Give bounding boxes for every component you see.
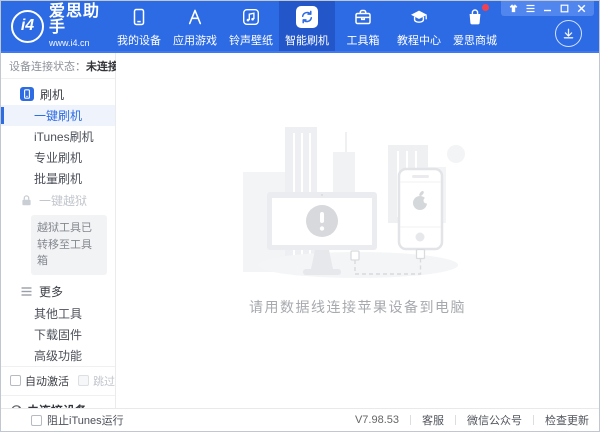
sidebar-item-itunes-flash[interactable]: iTunes刷机: [1, 126, 115, 147]
app-window: i4 爱思助手 www.i4.cn 我的设备 应用游戏 铃声壁纸 智能刷机 工具…: [0, 0, 600, 432]
sidebar-group-jailbreak[interactable]: 一键越狱: [1, 189, 115, 211]
sidebar-group-flash[interactable]: 刷机: [1, 83, 115, 105]
checkbox-icon[interactable]: [78, 375, 89, 386]
download-button[interactable]: [555, 20, 582, 47]
jailbreak-moved-note: 越狱工具已转移至工具箱: [31, 215, 107, 275]
appstore-icon: [185, 6, 205, 28]
sidebar-item-one-click-flash[interactable]: 一键刷机: [1, 105, 115, 126]
sidebar-item-other-tools[interactable]: 其他工具: [1, 303, 115, 324]
tab-toolbox[interactable]: 工具箱: [335, 1, 391, 51]
lock-icon: [22, 194, 31, 205]
app-logo[interactable]: i4 爱思助手 www.i4.cn: [1, 1, 107, 51]
tab-my-devices[interactable]: 我的设备: [111, 1, 167, 51]
skin-icon[interactable]: [509, 4, 518, 13]
connect-device-message: 请用数据线连接苹果设备到电脑: [249, 299, 466, 315]
checkbox-icon[interactable]: [31, 414, 42, 426]
sidebar-group-more[interactable]: 更多: [1, 281, 115, 303]
menu-list-icon[interactable]: [526, 4, 535, 13]
tutorial-icon: [409, 6, 429, 28]
tab-tutorials[interactable]: 教程中心: [391, 1, 447, 51]
phone-icon: [129, 6, 149, 28]
checkbox-icon[interactable]: [10, 375, 21, 386]
auto-activate-checkbox[interactable]: 自动激活: [10, 373, 69, 389]
ringtone-icon: [241, 6, 261, 28]
main-content: 请用数据线连接苹果设备到电脑: [116, 53, 599, 408]
app-title: 爱思助手: [49, 3, 101, 36]
app-url: www.i4.cn: [49, 38, 90, 48]
main-nav: 我的设备 应用游戏 铃声壁纸 智能刷机 工具箱 教程中心 爱思商城: [111, 1, 503, 51]
download-arrow-icon: [563, 28, 574, 39]
menu-lines-icon: [21, 287, 32, 296]
customer-service-link[interactable]: 客服: [422, 412, 444, 428]
store-bag-icon: [465, 4, 489, 28]
tab-apps-games[interactable]: 应用游戏: [167, 1, 223, 51]
sidebar-item-advanced-features[interactable]: 高级功能: [1, 345, 115, 366]
sidebar: 设备连接状态： 未连接 刷机 一键刷机 iTunes刷机 专业刷机 批量刷机 一…: [1, 53, 137, 431]
toolbox-icon: [353, 6, 373, 28]
store-badge: [482, 4, 489, 11]
window-controls: [501, 1, 594, 16]
tab-ringtones-wallpapers[interactable]: 铃声壁纸: [223, 1, 279, 51]
block-itunes-checkbox[interactable]: 阻止iTunes运行: [31, 412, 124, 428]
sidebar-item-download-firmware[interactable]: 下载固件: [1, 324, 115, 345]
minimize-icon[interactable]: [543, 4, 552, 13]
version-text: V7.98.53: [354, 414, 399, 426]
tab-smart-flash[interactable]: 智能刷机: [279, 1, 335, 51]
connection-status-label: 设备连接状态：: [9, 60, 86, 73]
i4-logo-icon: i4: [11, 9, 44, 43]
check-update-link[interactable]: 检查更新: [545, 412, 589, 428]
status-bar: 阻止iTunes运行 V7.98.53 客服 微信公众号 检查更新: [1, 408, 599, 431]
smart-flash-icon: [296, 6, 318, 28]
connection-status-value: 未连接: [86, 60, 119, 73]
tab-store[interactable]: 爱思商城: [447, 1, 503, 51]
connect-device-illustration: [242, 127, 465, 278]
sidebar-item-batch-flash[interactable]: 批量刷机: [1, 168, 115, 189]
wechat-account-link[interactable]: 微信公众号: [467, 412, 522, 428]
header: i4 爱思助手 www.i4.cn 我的设备 应用游戏 铃声壁纸 智能刷机 工具…: [1, 1, 599, 53]
connection-status: 设备连接状态： 未连接: [1, 53, 119, 79]
close-icon[interactable]: [577, 4, 586, 13]
sidebar-item-pro-flash[interactable]: 专业刷机: [1, 147, 115, 168]
maximize-icon[interactable]: [560, 4, 569, 13]
flash-device-icon: [20, 87, 34, 101]
